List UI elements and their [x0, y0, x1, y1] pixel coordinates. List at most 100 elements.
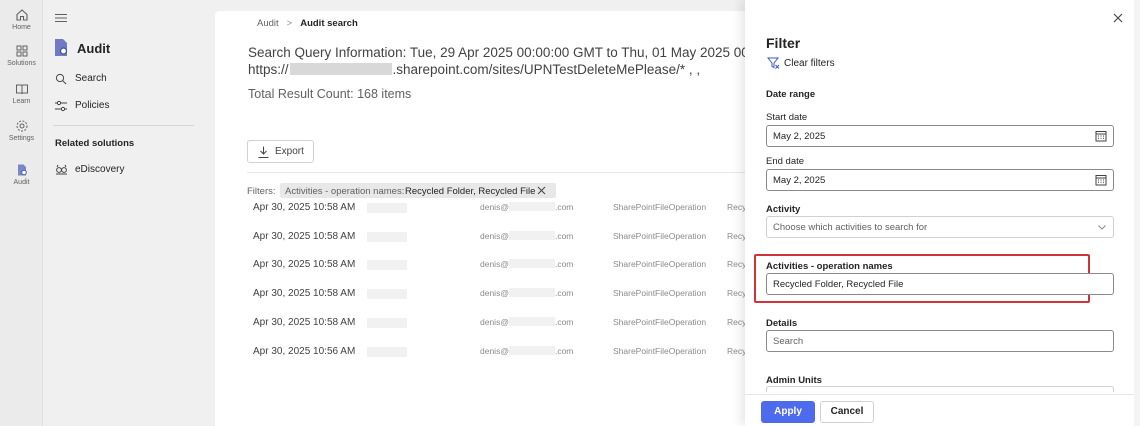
- operation-names-value: Recycled Folder, Recycled File: [773, 279, 904, 290]
- panel-title: Filter: [766, 35, 801, 51]
- clear-filter-icon: [767, 57, 780, 69]
- row-user-suffix: .com: [554, 288, 574, 298]
- operation-names-input[interactable]: Recycled Folder, Recycled File: [766, 273, 1114, 295]
- export-label: Export: [275, 146, 304, 157]
- row-record-type: SharePointFileOperation: [613, 202, 707, 212]
- hamburger-menu-button[interactable]: [55, 9, 67, 27]
- remove-filter-icon[interactable]: [537, 186, 546, 195]
- admin-units-label: Admin Units: [766, 375, 822, 386]
- chevron-down-icon: [1098, 225, 1106, 230]
- calendar-icon[interactable]: [1095, 130, 1107, 142]
- table-row[interactable]: Apr 30, 2025 10:56 AM denis@ .com SharePo…: [247, 344, 755, 373]
- rail-label: Solutions: [7, 60, 36, 67]
- redacted-block: [367, 318, 407, 328]
- redacted-block: [508, 231, 555, 240]
- table-row[interactable]: Apr 30, 2025 10:58 AM denis@ .com SharePo…: [247, 229, 755, 258]
- query-line-1: Search Query Information: Tue, 29 Apr 20…: [248, 45, 787, 60]
- row-date: Apr 30, 2025 10:58 AM: [253, 288, 356, 299]
- rail-item-settings[interactable]: Settings: [0, 119, 43, 142]
- query-line-2: https:// .sharepoint.com/sites/UPNTestDel…: [248, 61, 786, 78]
- toolbar-divider: [247, 172, 755, 173]
- start-date-field[interactable]: May 2, 2025: [766, 125, 1114, 147]
- row-user-suffix: .com: [554, 202, 574, 212]
- apply-button[interactable]: Apply: [761, 401, 815, 423]
- filter-pill-key: Activities - operation names:: [285, 186, 405, 197]
- table-row[interactable]: Apr 30, 2025 10:58 AM denis@ .com SharePo…: [247, 286, 755, 315]
- rail-item-solutions[interactable]: Solutions: [0, 44, 43, 67]
- row-user-suffix: .com: [554, 259, 574, 269]
- table-row[interactable]: Apr 30, 2025 10:58 AM denis@ .com SharePo…: [247, 315, 755, 344]
- redacted-block: [508, 317, 555, 326]
- table-row[interactable]: Apr 30, 2025 10:58 AM denis@ .com SharePo…: [247, 257, 755, 286]
- breadcrumb-separator: >: [286, 18, 293, 29]
- redacted-block: [508, 259, 555, 268]
- query-url-suffix: .sharepoint.com/sites/UPNTestDeleteMePle…: [392, 62, 701, 77]
- nav-item-label: eDiscovery: [75, 164, 125, 175]
- end-date-value: May 2, 2025: [773, 175, 826, 186]
- app-rail: Home Solutions Learn Settings Audit: [0, 0, 43, 426]
- redacted-block: [367, 203, 407, 213]
- row-user: denis@ .com: [480, 202, 573, 212]
- filters-label: Filters:: [247, 186, 276, 197]
- end-date-field[interactable]: May 2, 2025: [766, 169, 1114, 191]
- close-panel-button[interactable]: [1113, 10, 1123, 28]
- cancel-button[interactable]: Cancel: [820, 401, 874, 423]
- row-user-prefix: denis@: [480, 346, 509, 356]
- date-range-heading: Date range: [766, 89, 816, 100]
- row-user-prefix: denis@: [480, 259, 509, 269]
- row-date: Apr 30, 2025 10:58 AM: [253, 202, 356, 213]
- filter-pill-value: Recycled Folder, Recycled File: [405, 186, 536, 197]
- audit-icon: [17, 164, 27, 176]
- redacted-block: [367, 232, 407, 242]
- breadcrumb-audit-link[interactable]: Audit: [257, 18, 279, 29]
- rail-item-learn[interactable]: Learn: [0, 82, 43, 105]
- redacted-block: [367, 347, 407, 357]
- nav-panel: Audit Search Policies Related solutions …: [43, 0, 215, 426]
- search-query-info: Search Query Information: Tue, 29 Apr 20…: [248, 44, 786, 78]
- page-scrollbar[interactable]: [1134, 0, 1140, 426]
- start-date-value: May 2, 2025: [773, 131, 826, 142]
- filter-panel: Filter Clear filters Date range Start da…: [745, 0, 1140, 426]
- redacted-block: [289, 63, 392, 75]
- apps-icon: [16, 45, 27, 57]
- calendar-icon[interactable]: [1095, 174, 1107, 186]
- row-user: denis@ .com: [480, 346, 573, 356]
- rail-label: Learn: [12, 98, 31, 105]
- table-row[interactable]: Apr 30, 2025 10:58 AM denis@ .com SharePo…: [247, 200, 755, 229]
- filter-pill[interactable]: Activities - operation names: Recycled F…: [280, 183, 556, 198]
- book-icon: [15, 84, 28, 95]
- details-label: Details: [766, 318, 798, 329]
- row-user: denis@ .com: [480, 259, 573, 269]
- rail-item-home[interactable]: Home: [0, 8, 43, 31]
- row-record-type: SharePointFileOperation: [613, 288, 707, 298]
- redacted-block: [508, 202, 555, 211]
- row-user-prefix: denis@: [480, 317, 509, 327]
- row-user-suffix: .com: [554, 231, 574, 241]
- row-record-type: SharePointFileOperation: [613, 317, 707, 327]
- total-result-count: Total Result Count: 168 items: [248, 87, 412, 101]
- row-date: Apr 30, 2025 10:58 AM: [253, 259, 356, 270]
- redacted-block: [367, 289, 407, 299]
- redacted-block: [508, 346, 555, 355]
- details-search-input[interactable]: Search: [766, 330, 1114, 352]
- row-user: denis@ .com: [480, 288, 573, 298]
- row-user-prefix: denis@: [480, 202, 509, 212]
- home-icon: [15, 9, 28, 21]
- export-button[interactable]: Export: [247, 140, 314, 163]
- search-icon: [55, 73, 67, 85]
- download-icon: [258, 146, 269, 158]
- main-content: Audit > Audit search Search Query Informat…: [215, 11, 786, 426]
- menu-icon: [55, 14, 67, 22]
- row-user: denis@ .com: [480, 317, 573, 327]
- admin-units-field[interactable]: [766, 386, 1114, 392]
- rail-item-audit[interactable]: Audit: [0, 163, 43, 186]
- breadcrumb: Audit > Audit search: [257, 18, 358, 29]
- ediscovery-icon: [56, 164, 67, 175]
- close-icon: [1113, 13, 1123, 23]
- row-date: Apr 30, 2025 10:56 AM: [253, 346, 356, 357]
- start-date-label: Start date: [766, 112, 808, 123]
- row-date: Apr 30, 2025 10:58 AM: [253, 231, 356, 242]
- activity-dropdown[interactable]: Choose which activities to search for: [766, 216, 1114, 238]
- panel-footer: Apply Cancel: [745, 394, 1140, 426]
- row-record-type: SharePointFileOperation: [613, 231, 707, 241]
